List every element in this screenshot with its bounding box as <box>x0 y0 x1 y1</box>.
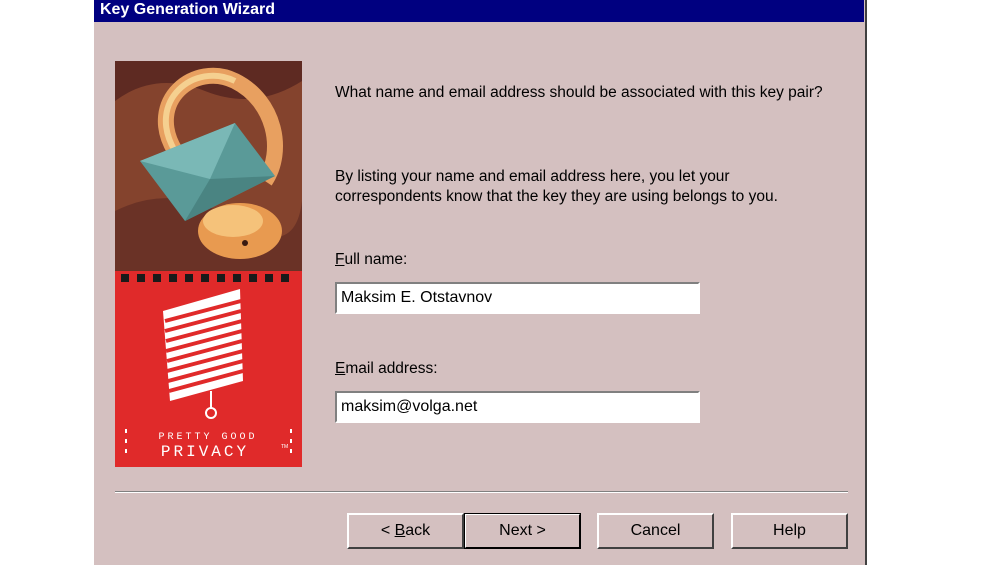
next-button[interactable]: Next > <box>464 513 581 549</box>
full-name-label: Full name: <box>335 250 407 270</box>
key-generation-wizard-window: Key Generation Wizard PRETTY GOOD PRIVAC… <box>93 0 867 565</box>
button-divider <box>115 491 848 493</box>
explanation-text: By listing your name and email address h… <box>335 168 778 205</box>
help-button[interactable]: Help <box>731 513 848 549</box>
full-name-input[interactable] <box>335 282 700 314</box>
logo-line-2: PRIVACY <box>161 443 249 461</box>
pgp-artwork: PRETTY GOOD PRIVACY TM <box>115 61 302 467</box>
back-button[interactable]: < Back <box>347 513 464 549</box>
back-rest: ack <box>405 522 431 539</box>
email-label-rest: mail address: <box>345 360 438 377</box>
logo-trademark: TM <box>281 444 288 450</box>
email-label: Email address: <box>335 359 438 379</box>
email-input[interactable] <box>335 391 700 423</box>
full-name-label-rest: ull name: <box>344 251 408 268</box>
back-accel: B <box>394 522 406 539</box>
email-label-accel: E <box>335 360 346 377</box>
back-prefix: < <box>380 522 395 539</box>
window-title: Key Generation Wizard <box>94 0 864 22</box>
logo-line-1: PRETTY GOOD <box>158 432 257 443</box>
pgp-logo-illustration: PRETTY GOOD PRIVACY TM <box>115 61 302 467</box>
cancel-button[interactable]: Cancel <box>597 513 714 549</box>
question-text: What name and email address should be as… <box>335 84 823 101</box>
